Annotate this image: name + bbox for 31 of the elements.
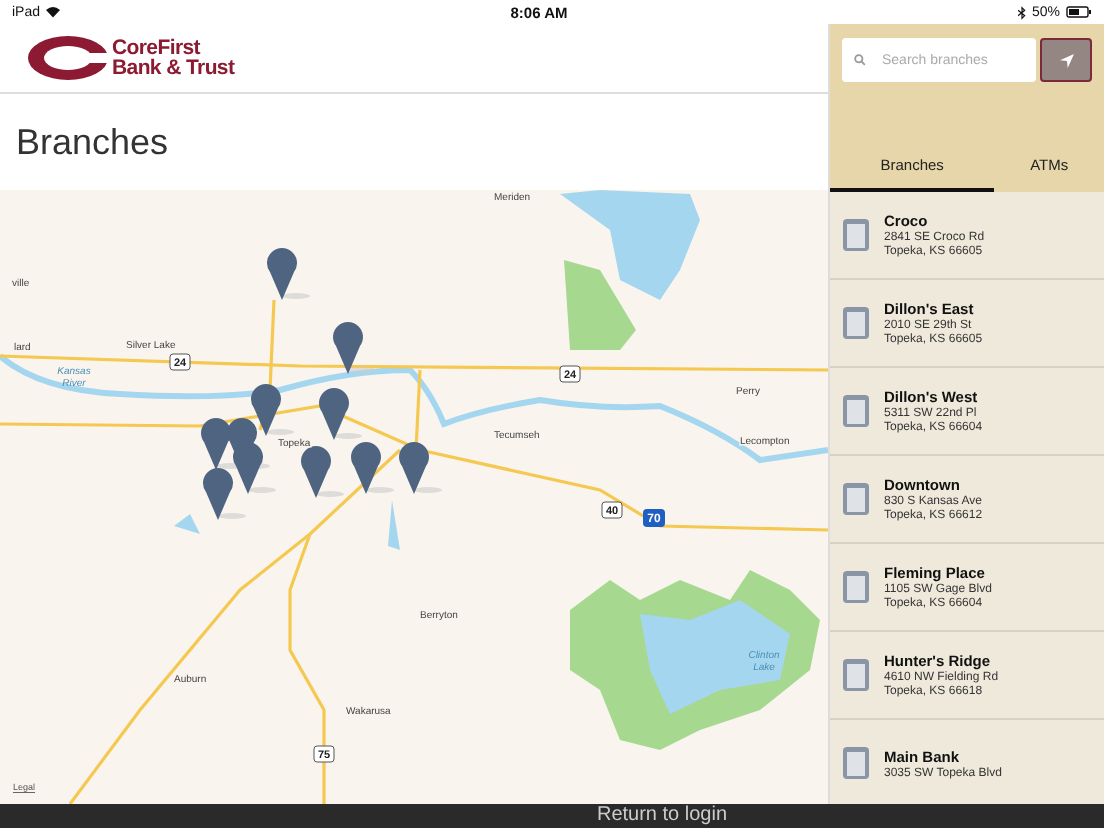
lake [174,514,200,534]
map-pin-icon[interactable] [251,384,294,436]
map-pin-icon[interactable] [351,442,394,494]
building-icon [842,394,870,428]
logo-text: CoreFirst [112,38,201,58]
map-pin-icon[interactable] [399,442,442,494]
lake [388,500,400,550]
logo-c-icon [28,36,108,80]
return-to-login-link[interactable]: Return to login [376,804,728,828]
location-button[interactable] [1040,38,1092,82]
page-title: Branches [16,121,169,163]
search-icon [854,54,866,66]
building-icon [842,658,870,692]
building-icon [842,218,870,252]
map-pin-icon[interactable] [319,388,362,440]
lake [560,190,700,300]
map-pin-icon[interactable] [233,442,276,494]
building-icon [842,306,870,340]
building-icon [842,746,870,780]
location-arrow-icon [1059,53,1073,67]
battery-icon [1066,6,1093,18]
building-icon [842,570,870,604]
logo-text: Bank & Trust [112,58,235,78]
bluetooth-icon [1018,5,1026,19]
wifi-icon [46,6,61,18]
map-pin-icon[interactable] [267,248,310,300]
park-area [564,260,636,350]
map-pin-icon[interactable] [203,468,246,520]
map-pin-icon[interactable] [301,446,344,498]
map-pin-icon[interactable] [333,322,376,374]
building-icon [842,482,870,516]
